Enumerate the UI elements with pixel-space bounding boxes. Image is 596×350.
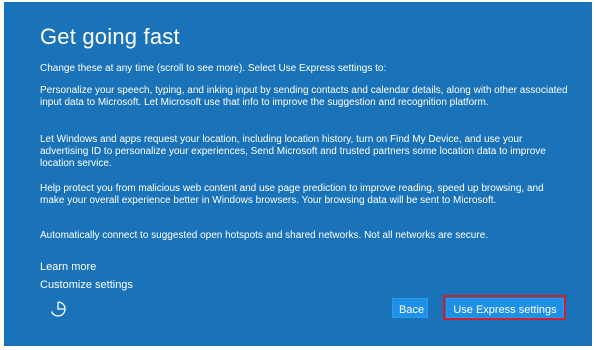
setup-screen: Get going fast Change these at any time …: [4, 2, 592, 346]
ease-of-access-icon[interactable]: [49, 300, 67, 318]
use-express-settings-button[interactable]: Use Express settings: [446, 298, 564, 318]
location-paragraph: Let Windows and apps request your locati…: [40, 134, 546, 169]
browser-paragraph: Help protect you from malicious web cont…: [40, 183, 544, 206]
customize-settings-link[interactable]: Customize settings: [40, 279, 133, 292]
back-button[interactable]: Bace: [392, 298, 428, 318]
hotspots-paragraph: Automatically connect to suggested open …: [40, 230, 489, 241]
speech-typing-paragraph: Personalize your speech, typing, and ink…: [40, 85, 568, 108]
page-title: Get going fast: [40, 24, 180, 49]
learn-more-link[interactable]: Learn more: [40, 261, 96, 274]
intro-text: Change these at any time (scroll to see …: [40, 63, 387, 74]
